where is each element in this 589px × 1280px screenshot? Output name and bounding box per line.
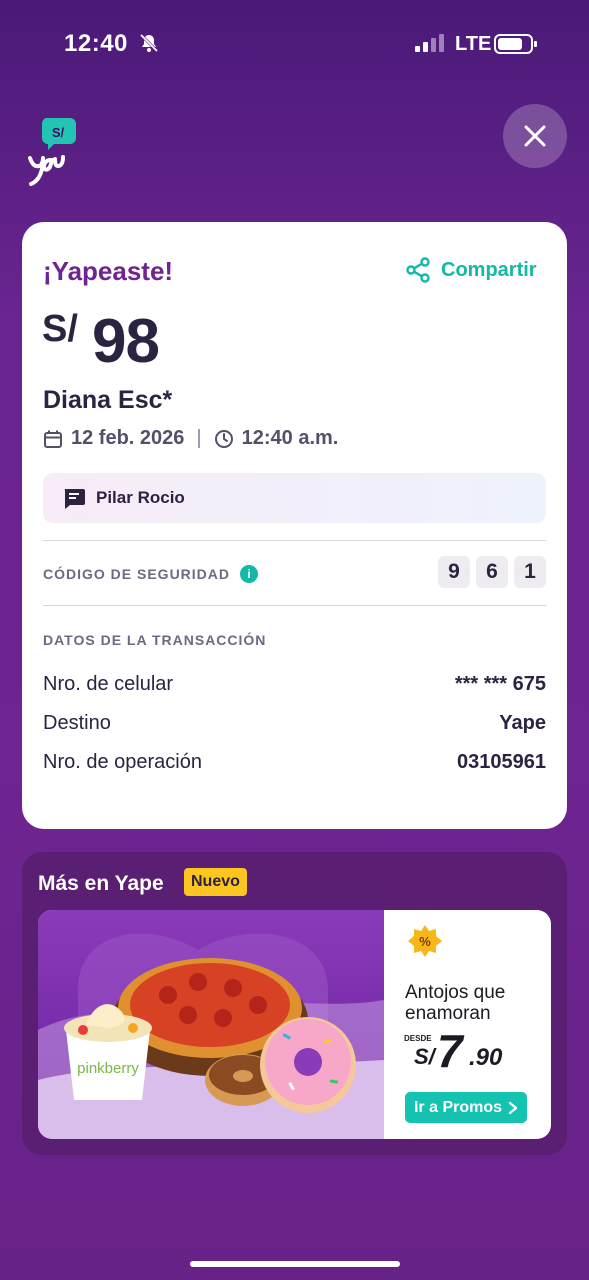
go-to-promos-label: Ir a Promos bbox=[413, 1098, 503, 1116]
divider bbox=[43, 540, 546, 541]
security-code-label-text: CÓDIGO DE SEGURIDAD bbox=[43, 566, 231, 582]
recipient-name: Diana Esc* bbox=[43, 386, 173, 414]
operation-label: Nro. de operación bbox=[43, 751, 202, 773]
amount-currency: S/ bbox=[42, 308, 78, 350]
yape-logo: S/ bbox=[28, 118, 76, 186]
payment-message-text: Pilar Rocio bbox=[96, 488, 185, 507]
transaction-date: 12 feb. 2026 bbox=[71, 427, 185, 449]
receipt-card: ¡Yapeaste! Compartir S/ 98 Diana Esc* 12… bbox=[22, 222, 567, 829]
security-digit: 1 bbox=[514, 556, 546, 588]
message-icon bbox=[64, 489, 85, 509]
battery-icon bbox=[494, 34, 537, 54]
promo-banner[interactable]: pinkberry % Antojos que enamoran DESDE S… bbox=[38, 910, 551, 1139]
brand-label: pinkberry bbox=[77, 1060, 139, 1077]
home-indicator[interactable] bbox=[190, 1261, 400, 1267]
price-currency: S/ bbox=[414, 1044, 435, 1069]
share-icon bbox=[406, 257, 430, 283]
price-from-label: DESDE bbox=[404, 1034, 432, 1043]
receipt-title: ¡Yapeaste! bbox=[43, 256, 174, 286]
calendar-icon bbox=[44, 430, 62, 448]
close-icon bbox=[524, 125, 546, 147]
security-digit: 9 bbox=[438, 556, 470, 588]
section-title: Más en Yape bbox=[38, 872, 164, 895]
security-digit: 6 bbox=[476, 556, 508, 588]
info-icon[interactable]: i bbox=[240, 565, 259, 583]
phone-value: *** *** 675 bbox=[454, 673, 546, 695]
destination-label: Destino bbox=[43, 712, 111, 734]
meta-separator: | bbox=[196, 427, 202, 449]
go-to-promos-button[interactable]: Ir a Promos bbox=[405, 1092, 527, 1123]
svg-text:S/: S/ bbox=[52, 125, 65, 140]
bell-muted-icon bbox=[139, 33, 159, 53]
close-button[interactable] bbox=[503, 104, 567, 168]
divider bbox=[43, 605, 546, 606]
chevron-right-icon bbox=[508, 1101, 518, 1114]
clock-icon bbox=[214, 429, 233, 448]
security-code: 9 6 1 bbox=[438, 556, 546, 588]
transaction-time: 12:40 a.m. bbox=[241, 427, 339, 449]
price-integer: 7 bbox=[437, 1025, 463, 1077]
price-decimals: .90 bbox=[469, 1044, 503, 1071]
transaction-data-title: DATOS DE LA TRANSACCIÓN bbox=[43, 632, 267, 648]
share-button[interactable]: Compartir bbox=[405, 257, 537, 283]
payment-message: Pilar Rocio bbox=[43, 473, 546, 523]
date-time-row: 12 feb. 2026 | 12:40 a.m. bbox=[43, 427, 338, 450]
destination-value: Yape bbox=[499, 712, 546, 734]
amount-value: 98 bbox=[92, 307, 160, 376]
status-time: 12:40 bbox=[64, 30, 128, 57]
signal-icon bbox=[415, 34, 444, 52]
phone-label: Nro. de celular bbox=[43, 673, 174, 695]
operation-value: 03105961 bbox=[457, 751, 546, 773]
promo-food-image: pinkberry bbox=[38, 910, 384, 1139]
security-code-label: CÓDIGO DE SEGURIDAD i bbox=[43, 565, 259, 583]
network-label: LTE bbox=[455, 33, 492, 55]
share-label: Compartir bbox=[441, 258, 537, 281]
more-in-yape-section: Más en Yape Nuevo pinkberry % Antojos qu… bbox=[22, 852, 567, 1155]
svg-text:%: % bbox=[419, 934, 431, 949]
discount-badge-icon: % bbox=[408, 925, 442, 957]
new-badge: Nuevo bbox=[184, 868, 247, 896]
promo-headline: Antojos que enamoran bbox=[405, 982, 506, 1024]
